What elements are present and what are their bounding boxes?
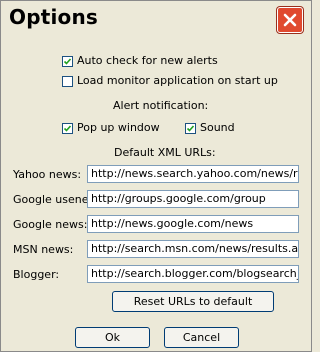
reset-urls-button[interactable]: Reset URLs to default	[112, 291, 274, 312]
google-news-label: Google news:	[13, 218, 88, 231]
google-news-url-input[interactable]: http://news.google.com/news	[87, 215, 299, 233]
checkmark-icon	[63, 125, 72, 132]
popup-window-label: Pop up window	[77, 121, 160, 134]
options-dialog: Options Auto check for new alerts Load m…	[0, 0, 312, 352]
sound-checkbox[interactable]	[185, 123, 196, 134]
google-usenet-url-input[interactable]: http://groups.google.com/group	[87, 190, 299, 208]
checkmark-icon	[186, 125, 195, 132]
msn-news-label: MSN news:	[13, 243, 74, 256]
blogger-label: Blogger:	[13, 268, 60, 281]
close-icon	[283, 13, 297, 27]
popup-window-checkbox[interactable]	[62, 123, 73, 134]
load-monitor-label: Load monitor application on start up	[77, 74, 278, 87]
load-monitor-checkbox[interactable]	[62, 76, 73, 87]
cancel-button[interactable]: Cancel	[164, 327, 239, 348]
close-button[interactable]	[277, 7, 303, 33]
default-urls-heading: Default XML URLs:	[114, 146, 216, 159]
yahoo-news-url-input[interactable]: http://news.search.yahoo.com/news/rss	[87, 165, 299, 183]
auto-check-checkbox[interactable]	[62, 56, 73, 67]
blogger-url-input[interactable]: http://search.blogger.com/blogsearch_fee…	[87, 265, 299, 283]
auto-check-label: Auto check for new alerts	[77, 54, 218, 67]
msn-news-url-input[interactable]: http://search.msn.com/news/results.aspx	[87, 240, 299, 258]
google-usenet-label: Google usenet:	[13, 193, 97, 206]
alert-notification-heading: Alert notification:	[113, 99, 209, 112]
window-title: Options	[9, 5, 99, 29]
sound-label: Sound	[200, 121, 235, 134]
checkmark-icon	[63, 58, 72, 65]
ok-button[interactable]: Ok	[75, 327, 150, 348]
yahoo-news-label: Yahoo news:	[13, 168, 82, 181]
